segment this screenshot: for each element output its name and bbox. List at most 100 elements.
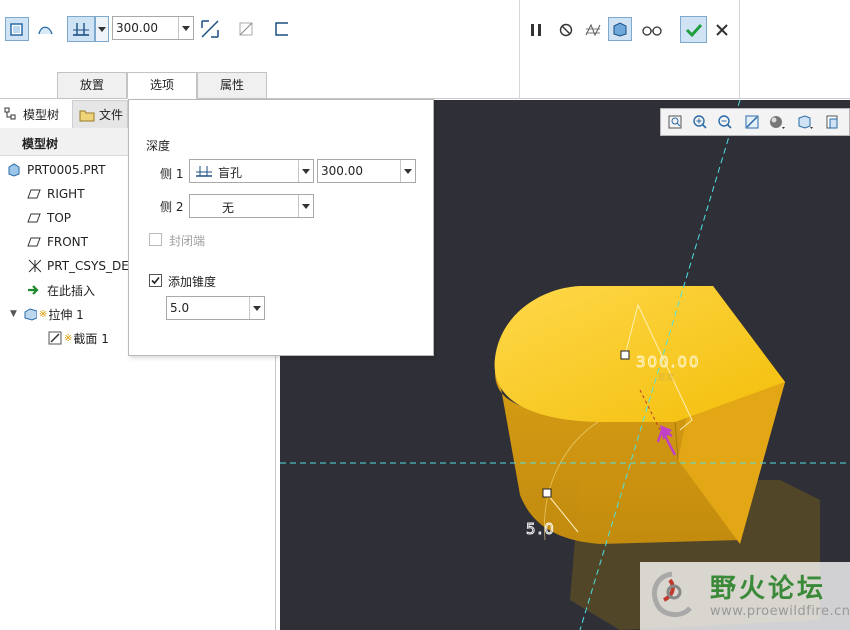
extrude-surface-button[interactable]	[34, 17, 58, 41]
close-icon	[716, 24, 728, 36]
thicken-sketch-button[interactable]	[270, 17, 294, 41]
repaint-button[interactable]	[742, 112, 762, 132]
depth-dimension-label[interactable]: 300.00	[636, 353, 701, 372]
chevron-down-icon	[253, 305, 261, 311]
side1-label: 侧 1	[160, 167, 184, 181]
repaint-icon	[745, 115, 759, 129]
depth-value-dropdown[interactable]	[178, 17, 193, 39]
cancel-button[interactable]	[710, 18, 734, 42]
thicken-icon	[275, 22, 288, 36]
watermark-title: 野火论坛	[710, 574, 827, 604]
taper-dimension-label[interactable]: 5.0	[526, 520, 556, 539]
glasses-icon	[642, 26, 662, 36]
ribbon-separator	[739, 0, 740, 99]
view-orientation-icon	[798, 115, 813, 129]
depth-value: 300.00	[116, 21, 158, 35]
side1-type-dropdown[interactable]	[298, 160, 313, 182]
tree-item-label: 拉伸 1	[48, 307, 84, 322]
taper-drag-handle[interactable]	[542, 488, 552, 498]
view-manager-button[interactable]	[823, 112, 843, 132]
tab-files-label: 文件	[99, 108, 124, 122]
tree-item-extrude[interactable]: ▼ ※ 拉伸 1	[10, 303, 84, 325]
depth-option-dropdown[interactable]	[95, 16, 109, 42]
tree-item-top[interactable]: TOP	[27, 207, 71, 229]
no-preview-icon	[559, 23, 573, 37]
pause-icon	[531, 24, 541, 36]
tree-item-label: TOP	[47, 211, 72, 225]
tab-options[interactable]: 选项	[127, 72, 197, 99]
view-toolbar	[660, 108, 850, 136]
display-style-button[interactable]	[767, 112, 787, 132]
small-dimension-label: 厚度	[658, 372, 674, 382]
zoom-out-button[interactable]	[715, 112, 735, 132]
saved-orientations-button[interactable]	[795, 112, 815, 132]
side1-depth-value-combo[interactable]: 300.00	[317, 159, 416, 183]
tree-item-label: 在此插入	[47, 283, 96, 298]
flip-direction-button[interactable]	[198, 17, 222, 41]
tree-item-csys[interactable]: PRT_CSYS_DEF	[27, 255, 136, 277]
tree-item-part[interactable]: PRT0005.PRT	[7, 159, 105, 181]
view-manager-icon	[826, 115, 838, 129]
watermark-url: www.proewildfire.cn	[710, 604, 850, 619]
tree-item-label: FRONT	[47, 235, 88, 249]
capped-ends-label: 封闭端	[169, 234, 206, 248]
depth-option-blind-button[interactable]	[67, 16, 95, 42]
tree-item-right[interactable]: RIGHT	[27, 183, 85, 205]
side1-value-dropdown[interactable]	[400, 160, 415, 182]
preview-solid-button[interactable]	[608, 17, 632, 41]
preview-mesh-icon	[585, 23, 601, 37]
tab-properties[interactable]: 属性	[197, 72, 267, 99]
chevron-down-icon	[98, 26, 106, 32]
capped-ends-checkbox[interactable]	[149, 233, 162, 246]
extrude-solid-button[interactable]	[5, 17, 29, 41]
part-icon	[7, 163, 21, 177]
side1-depth-type: 盲孔	[218, 166, 243, 180]
forum-watermark: 野火论坛 www.proewildfire.cn	[640, 562, 850, 630]
refit-button[interactable]	[665, 112, 685, 132]
tree-item-insert-here[interactable]: 在此插入	[27, 279, 95, 301]
tree-item-front[interactable]: FRONT	[27, 231, 88, 253]
verify-button[interactable]	[640, 18, 664, 42]
tab-model-tree-label: 模型树	[23, 107, 60, 122]
checkmark-icon	[151, 276, 160, 285]
model-tree-header: 模型树	[0, 128, 128, 156]
new-feature-asterisk-icon: ※	[64, 332, 73, 344]
side2-depth-type-select[interactable]: 无	[189, 194, 314, 218]
preview-mesh-button[interactable]	[581, 18, 605, 42]
refit-icon	[668, 115, 682, 129]
side1-depth-type-select[interactable]: 盲孔	[189, 159, 314, 183]
tab-model-tree[interactable]: 模型树	[4, 100, 59, 128]
side2-type-dropdown[interactable]	[298, 195, 313, 217]
no-preview-button[interactable]	[554, 18, 578, 42]
depth-drag-handle[interactable]	[620, 350, 630, 360]
tree-item-label: PRT_CSYS_DEF	[47, 259, 136, 273]
zoom-out-icon	[718, 115, 732, 129]
taper-angle-combo[interactable]: 5.0	[166, 296, 265, 320]
csys-icon	[27, 259, 41, 273]
chevron-down-icon	[404, 168, 412, 174]
preview-solid-icon	[613, 22, 627, 37]
chevron-down-icon	[182, 25, 190, 31]
remove-material-icon	[239, 22, 253, 36]
remove-material-button[interactable]	[234, 17, 258, 41]
datum-plane-icon	[27, 235, 41, 249]
collapse-arrow-icon[interactable]: ▼	[10, 309, 17, 319]
sketch-icon	[48, 331, 62, 345]
folder-icon	[79, 110, 95, 121]
depth-value-combo[interactable]: 300.00	[112, 16, 194, 40]
new-feature-asterisk-icon: ※	[38, 308, 48, 320]
add-taper-checkbox[interactable]	[149, 274, 162, 287]
chevron-down-icon	[302, 203, 310, 209]
forum-logo	[652, 571, 692, 617]
tab-placement[interactable]: 放置	[57, 72, 127, 99]
ribbon-separator	[519, 0, 520, 99]
side2-label: 侧 2	[160, 200, 184, 214]
side2-depth-type: 无	[222, 201, 235, 215]
pause-button[interactable]	[524, 18, 548, 42]
tab-files[interactable]: 文件	[72, 100, 128, 128]
ok-button[interactable]	[680, 16, 707, 43]
add-taper-label: 添加锥度	[168, 275, 217, 289]
zoom-in-button[interactable]	[690, 112, 710, 132]
taper-value-dropdown[interactable]	[249, 297, 264, 319]
tree-item-section[interactable]: ※ 截面 1	[48, 327, 109, 349]
